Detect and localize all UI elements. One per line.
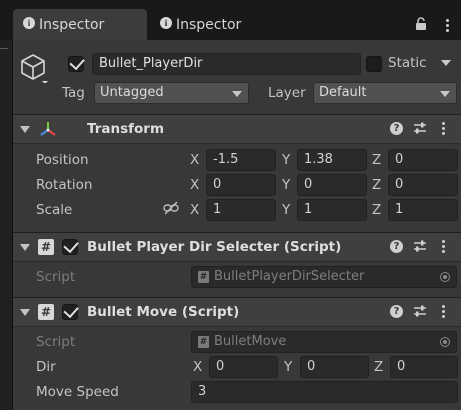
foldout-arrow-icon[interactable]	[20, 309, 30, 316]
axis-y-label: Y	[282, 152, 291, 168]
tab-inspector-secondary[interactable]: i Inspector	[150, 9, 270, 40]
dir-label: Dir	[36, 359, 56, 375]
tab-label: Inspector	[176, 16, 242, 33]
scale-y-field[interactable]: 1	[297, 199, 367, 221]
axis-x-label: X	[193, 359, 203, 375]
tab-inspector-active[interactable]: i Inspector	[13, 9, 147, 40]
script-icon: #	[38, 239, 54, 255]
preset-icon[interactable]	[413, 121, 427, 135]
axis-z-label: Z	[372, 152, 382, 168]
transform-title: Transform	[87, 121, 165, 137]
scale-x-value: 1	[213, 202, 222, 217]
constrain-proportions-icon[interactable]	[163, 201, 179, 215]
position-x-value: -1.5	[213, 152, 239, 167]
layer-label: Layer	[268, 85, 306, 101]
preset-icon[interactable]	[413, 239, 427, 253]
axis-y-label: Y	[282, 177, 291, 193]
rotation-y-value: 0	[304, 177, 313, 192]
chevron-down-icon	[232, 91, 242, 97]
script-icon: #	[38, 304, 54, 320]
script-icon: #	[198, 271, 209, 283]
rotation-label: Rotation	[36, 177, 93, 193]
layer-dropdown[interactable]: Default	[313, 82, 457, 104]
tab-label: Inspector	[39, 16, 105, 33]
layer-value: Default	[319, 85, 367, 100]
dir-z-value: 0	[397, 359, 406, 374]
position-y-field[interactable]: 1.38	[297, 149, 367, 171]
transform-axes-icon	[38, 119, 58, 139]
position-y-value: 1.38	[304, 152, 333, 167]
component-enabled-checkbox[interactable]	[62, 304, 78, 320]
info-icon: i	[23, 17, 35, 29]
object-active-checkbox[interactable]	[68, 56, 84, 72]
object-picker-icon[interactable]	[440, 337, 450, 347]
script-label: Script	[36, 334, 76, 350]
object-name-value: Bullet_PlayerDir	[99, 56, 203, 71]
axis-y-label: Y	[284, 359, 293, 375]
static-checkbox[interactable]	[366, 56, 382, 72]
position-z-field[interactable]: 0	[388, 149, 458, 171]
tag-dropdown[interactable]: Untagged	[94, 82, 249, 104]
dir-y-value: 0	[307, 359, 316, 374]
axis-x-label: X	[190, 177, 200, 193]
component-menu-icon[interactable]	[442, 240, 445, 253]
script-object-field[interactable]: # BulletPlayerDirSelecter	[191, 266, 457, 288]
move-speed-field[interactable]: 3	[191, 381, 458, 403]
axis-x-label: X	[190, 152, 200, 168]
cube-icon[interactable]	[20, 53, 48, 84]
script-value: BulletPlayerDirSelecter	[214, 269, 365, 284]
dir-x-value: 0	[216, 359, 225, 374]
component-enabled-checkbox[interactable]	[62, 239, 78, 255]
move-speed-value: 3	[198, 384, 207, 399]
rotation-x-field[interactable]: 0	[206, 174, 276, 196]
scale-x-field[interactable]: 1	[206, 199, 276, 221]
info-icon: i	[160, 17, 172, 29]
scale-label: Scale	[36, 202, 73, 218]
divider	[0, 48, 8, 49]
component-menu-icon[interactable]	[442, 305, 445, 318]
scale-y-value: 1	[304, 202, 313, 217]
chevron-down-icon	[440, 91, 450, 97]
dir-y-field[interactable]: 0	[300, 356, 369, 378]
scale-z-value: 1	[395, 202, 404, 217]
move-speed-label: Move Speed	[36, 384, 119, 400]
scale-z-field[interactable]: 1	[388, 199, 458, 221]
position-label: Position	[36, 152, 89, 168]
rotation-x-value: 0	[213, 177, 222, 192]
script-object-field[interactable]: # BulletMove	[191, 331, 457, 353]
tag-value: Untagged	[100, 85, 164, 100]
lock-icon[interactable]	[415, 17, 427, 31]
component-title: Bullet Player Dir Selecter (Script)	[87, 239, 342, 255]
script-icon: #	[198, 336, 209, 348]
hierarchy-edge	[0, 40, 13, 410]
help-icon[interactable]: ?	[390, 305, 403, 318]
script-label: Script	[36, 269, 76, 285]
component-menu-icon[interactable]	[442, 122, 445, 135]
preset-icon[interactable]	[413, 304, 427, 318]
foldout-arrow-icon[interactable]	[20, 244, 30, 251]
static-dropdown-arrow-icon[interactable]	[441, 60, 451, 66]
foldout-arrow-icon[interactable]	[20, 126, 30, 133]
kebab-menu-icon[interactable]	[446, 19, 449, 32]
axis-z-label: Z	[372, 202, 382, 218]
axis-y-label: Y	[282, 202, 291, 218]
component-title: Bullet Move (Script)	[87, 304, 240, 320]
axis-z-label: Z	[374, 359, 384, 375]
dir-z-field[interactable]: 0	[390, 356, 458, 378]
static-label: Static	[388, 55, 427, 71]
dir-x-field[interactable]: 0	[209, 356, 278, 378]
help-icon[interactable]: ?	[390, 240, 403, 253]
position-z-value: 0	[395, 152, 404, 167]
object-picker-icon[interactable]	[440, 272, 450, 282]
position-x-field[interactable]: -1.5	[206, 149, 276, 171]
help-icon[interactable]: ?	[390, 122, 403, 135]
script-value: BulletMove	[214, 334, 287, 349]
axis-x-label: X	[190, 202, 200, 218]
tag-label: Tag	[62, 85, 85, 101]
rotation-y-field[interactable]: 0	[297, 174, 367, 196]
rotation-z-value: 0	[395, 177, 404, 192]
axis-z-label: Z	[372, 177, 382, 193]
rotation-z-field[interactable]: 0	[388, 174, 458, 196]
object-name-field[interactable]: Bullet_PlayerDir	[92, 53, 361, 75]
